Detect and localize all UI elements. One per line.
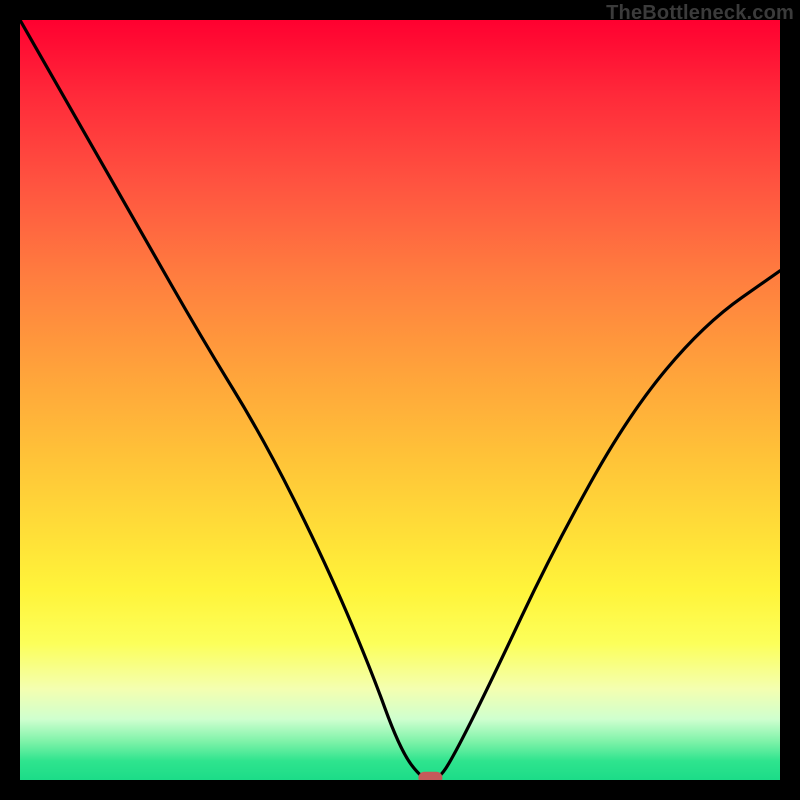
chart-background-gradient xyxy=(20,20,780,780)
chart-stage: TheBottleneck.com xyxy=(0,0,800,800)
